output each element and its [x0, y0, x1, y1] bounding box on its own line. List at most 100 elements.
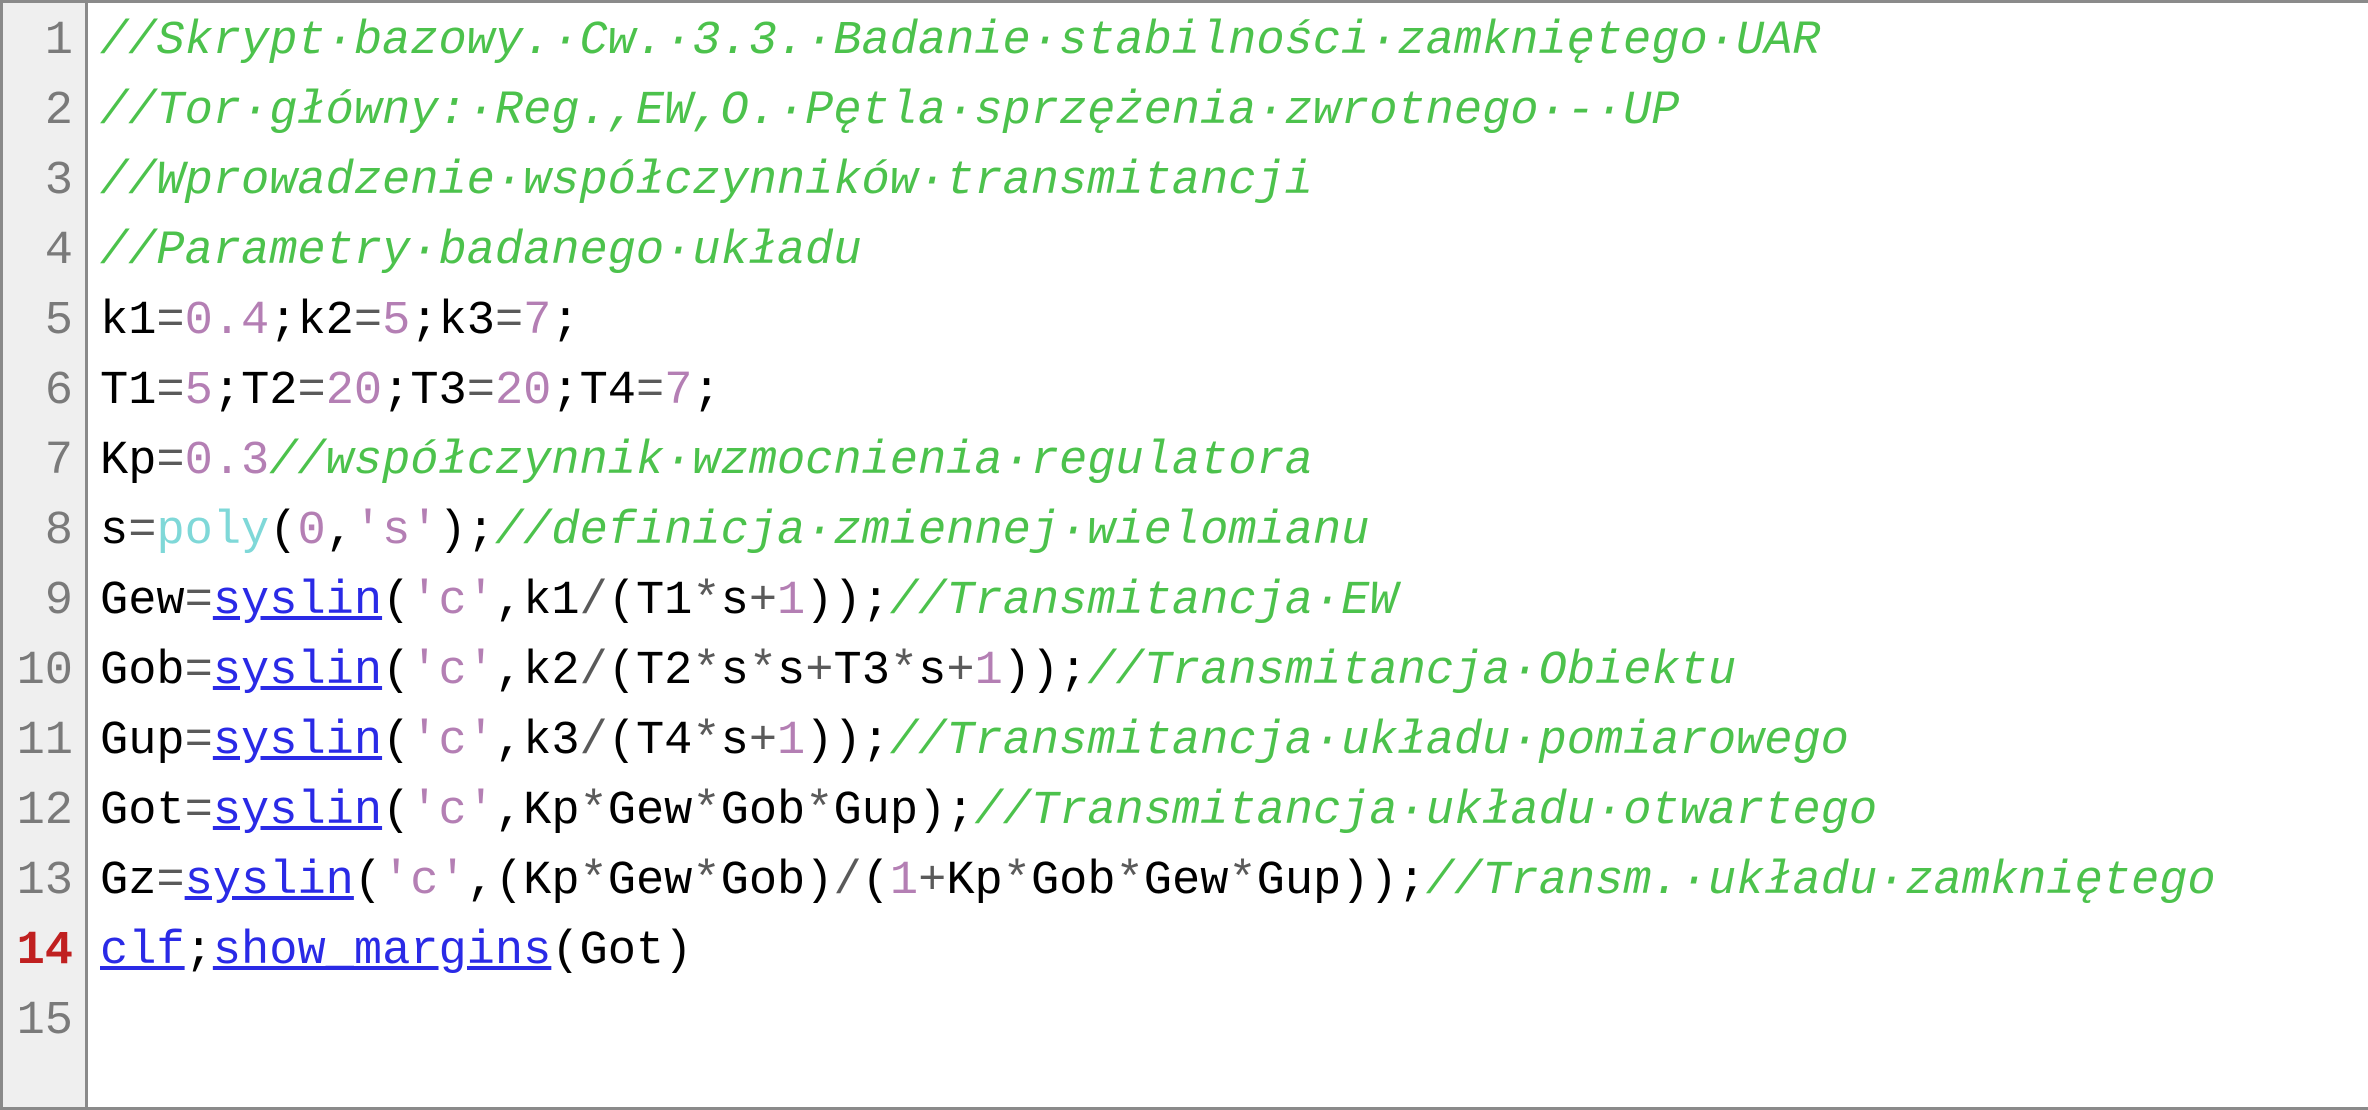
line-number-gutter: 123456789101112131415: [3, 3, 88, 1107]
code-token: *: [692, 715, 720, 768]
code-token: syslin: [185, 855, 354, 908]
code-token: ;k2: [269, 295, 354, 348]
code-line[interactable]: s=poly(0,'s');//definicja·zmiennej·wielo…: [100, 497, 2368, 567]
code-token: *: [1228, 855, 1256, 908]
code-token: (: [862, 855, 890, 908]
code-token: (: [382, 645, 410, 698]
code-token: //Transmitancja·układu·pomiarowego: [890, 715, 1849, 768]
code-token: 'c': [410, 575, 495, 628]
code-token: Gz: [100, 855, 156, 908]
code-token: ));: [805, 575, 890, 628]
code-token: 1: [777, 575, 805, 628]
code-line[interactable]: T1=5;T2=20;T3=20;T4=7;: [100, 357, 2368, 427]
code-token: //Tor·główny:·Reg.,EW,O.·Pętla·sprzężeni…: [100, 85, 1679, 138]
line-number: 5: [3, 287, 73, 357]
code-token: (: [382, 575, 410, 628]
code-token: *: [1003, 855, 1031, 908]
line-number: 1: [3, 7, 73, 77]
code-token: =: [156, 855, 184, 908]
code-token: 0: [297, 505, 325, 558]
code-token: 5: [185, 365, 213, 418]
code-token: Gew: [608, 855, 693, 908]
code-token: *: [692, 785, 720, 838]
code-token: ;T3: [382, 365, 467, 418]
code-token: s: [918, 645, 946, 698]
code-area[interactable]: //Skrypt·bazowy.·Cw.·3.3.·Badanie·stabil…: [88, 3, 2368, 1107]
code-token: syslin: [213, 785, 382, 838]
code-token: //Transmitancja·układu·otwartego: [974, 785, 1877, 838]
code-token: 'c': [382, 855, 467, 908]
code-token: s: [721, 575, 749, 628]
code-token: *: [749, 645, 777, 698]
code-token: ,Kp: [495, 785, 580, 838]
code-editor[interactable]: 123456789101112131415 //Skrypt·bazowy.·C…: [0, 0, 2368, 1110]
code-token: Gew: [608, 785, 693, 838]
code-line[interactable]: //Wprowadzenie·współczynników·transmitan…: [100, 147, 2368, 217]
code-line[interactable]: Gz=syslin('c',(Kp*Gew*Gob)/(1+Kp*Gob*Gew…: [100, 847, 2368, 917]
code-token: poly: [156, 505, 269, 558]
code-token: (: [269, 505, 297, 558]
code-token: (T2: [608, 645, 693, 698]
code-token: //Transm.·układu·zamkniętego: [1426, 855, 2216, 908]
code-line[interactable]: //Parametry·badanego·układu: [100, 217, 2368, 287]
line-number: 9: [3, 567, 73, 637]
code-line[interactable]: Gup=syslin('c',k3/(T4*s+1));//Transmitan…: [100, 707, 2368, 777]
line-number: 10: [3, 637, 73, 707]
code-token: 'c': [410, 715, 495, 768]
code-line[interactable]: Gew=syslin('c',k1/(T1*s+1));//Transmitan…: [100, 567, 2368, 637]
code-token: /: [833, 855, 861, 908]
code-token: ,k3: [495, 715, 580, 768]
code-token: //Transmitancja·EW: [890, 575, 1398, 628]
code-token: Gew: [100, 575, 185, 628]
code-line[interactable]: [100, 987, 2368, 1057]
code-token: *: [692, 645, 720, 698]
code-token: ;T4: [551, 365, 636, 418]
line-number: 15: [3, 987, 73, 1057]
code-token: =: [354, 295, 382, 348]
code-token: //definicja·zmiennej·wielomianu: [495, 505, 1369, 558]
code-token: 's': [354, 505, 439, 558]
line-number: 8: [3, 497, 73, 567]
code-token: s: [721, 645, 749, 698]
code-token: clf: [100, 925, 185, 978]
code-line[interactable]: Kp=0.3//współczynnik·wzmocnienia·regulat…: [100, 427, 2368, 497]
code-line[interactable]: //Skrypt·bazowy.·Cw.·3.3.·Badanie·stabil…: [100, 7, 2368, 77]
code-token: //Skrypt·bazowy.·Cw.·3.3.·Badanie·stabil…: [100, 15, 1820, 68]
line-number: 12: [3, 777, 73, 847]
code-token: ;: [185, 925, 213, 978]
code-token: *: [692, 575, 720, 628]
line-number: 11: [3, 707, 73, 777]
code-token: Gob): [721, 855, 834, 908]
code-token: Gob: [100, 645, 185, 698]
code-token: =: [636, 365, 664, 418]
code-token: (: [382, 785, 410, 838]
code-token: );: [439, 505, 495, 558]
code-token: ;: [692, 365, 720, 418]
line-number: 14: [3, 917, 73, 987]
code-token: =: [467, 365, 495, 418]
code-token: +: [946, 645, 974, 698]
code-token: *: [580, 785, 608, 838]
code-token: *: [580, 855, 608, 908]
code-line[interactable]: Gob=syslin('c',k2/(T2*s*s+T3*s+1));//Tra…: [100, 637, 2368, 707]
code-token: 5: [382, 295, 410, 348]
code-token: Gob: [721, 785, 806, 838]
code-token: =: [297, 365, 325, 418]
code-token: =: [128, 505, 156, 558]
code-token: s: [100, 505, 128, 558]
code-token: 20: [495, 365, 551, 418]
code-line[interactable]: k1=0.4;k2=5;k3=7;: [100, 287, 2368, 357]
code-token: Gup: [100, 715, 185, 768]
code-line[interactable]: clf;show_margins(Got): [100, 917, 2368, 987]
code-token: Kp: [946, 855, 1002, 908]
code-line[interactable]: //Tor·główny:·Reg.,EW,O.·Pętla·sprzężeni…: [100, 77, 2368, 147]
code-token: T1: [100, 365, 156, 418]
code-token: Gup));: [1257, 855, 1426, 908]
code-token: ,(Kp: [467, 855, 580, 908]
code-token: =: [185, 715, 213, 768]
line-number: 13: [3, 847, 73, 917]
code-token: k1: [100, 295, 156, 348]
code-token: Kp: [100, 435, 156, 488]
code-token: //współczynnik·wzmocnienia·regulatora: [269, 435, 1313, 488]
code-line[interactable]: Got=syslin('c',Kp*Gew*Gob*Gup);//Transmi…: [100, 777, 2368, 847]
